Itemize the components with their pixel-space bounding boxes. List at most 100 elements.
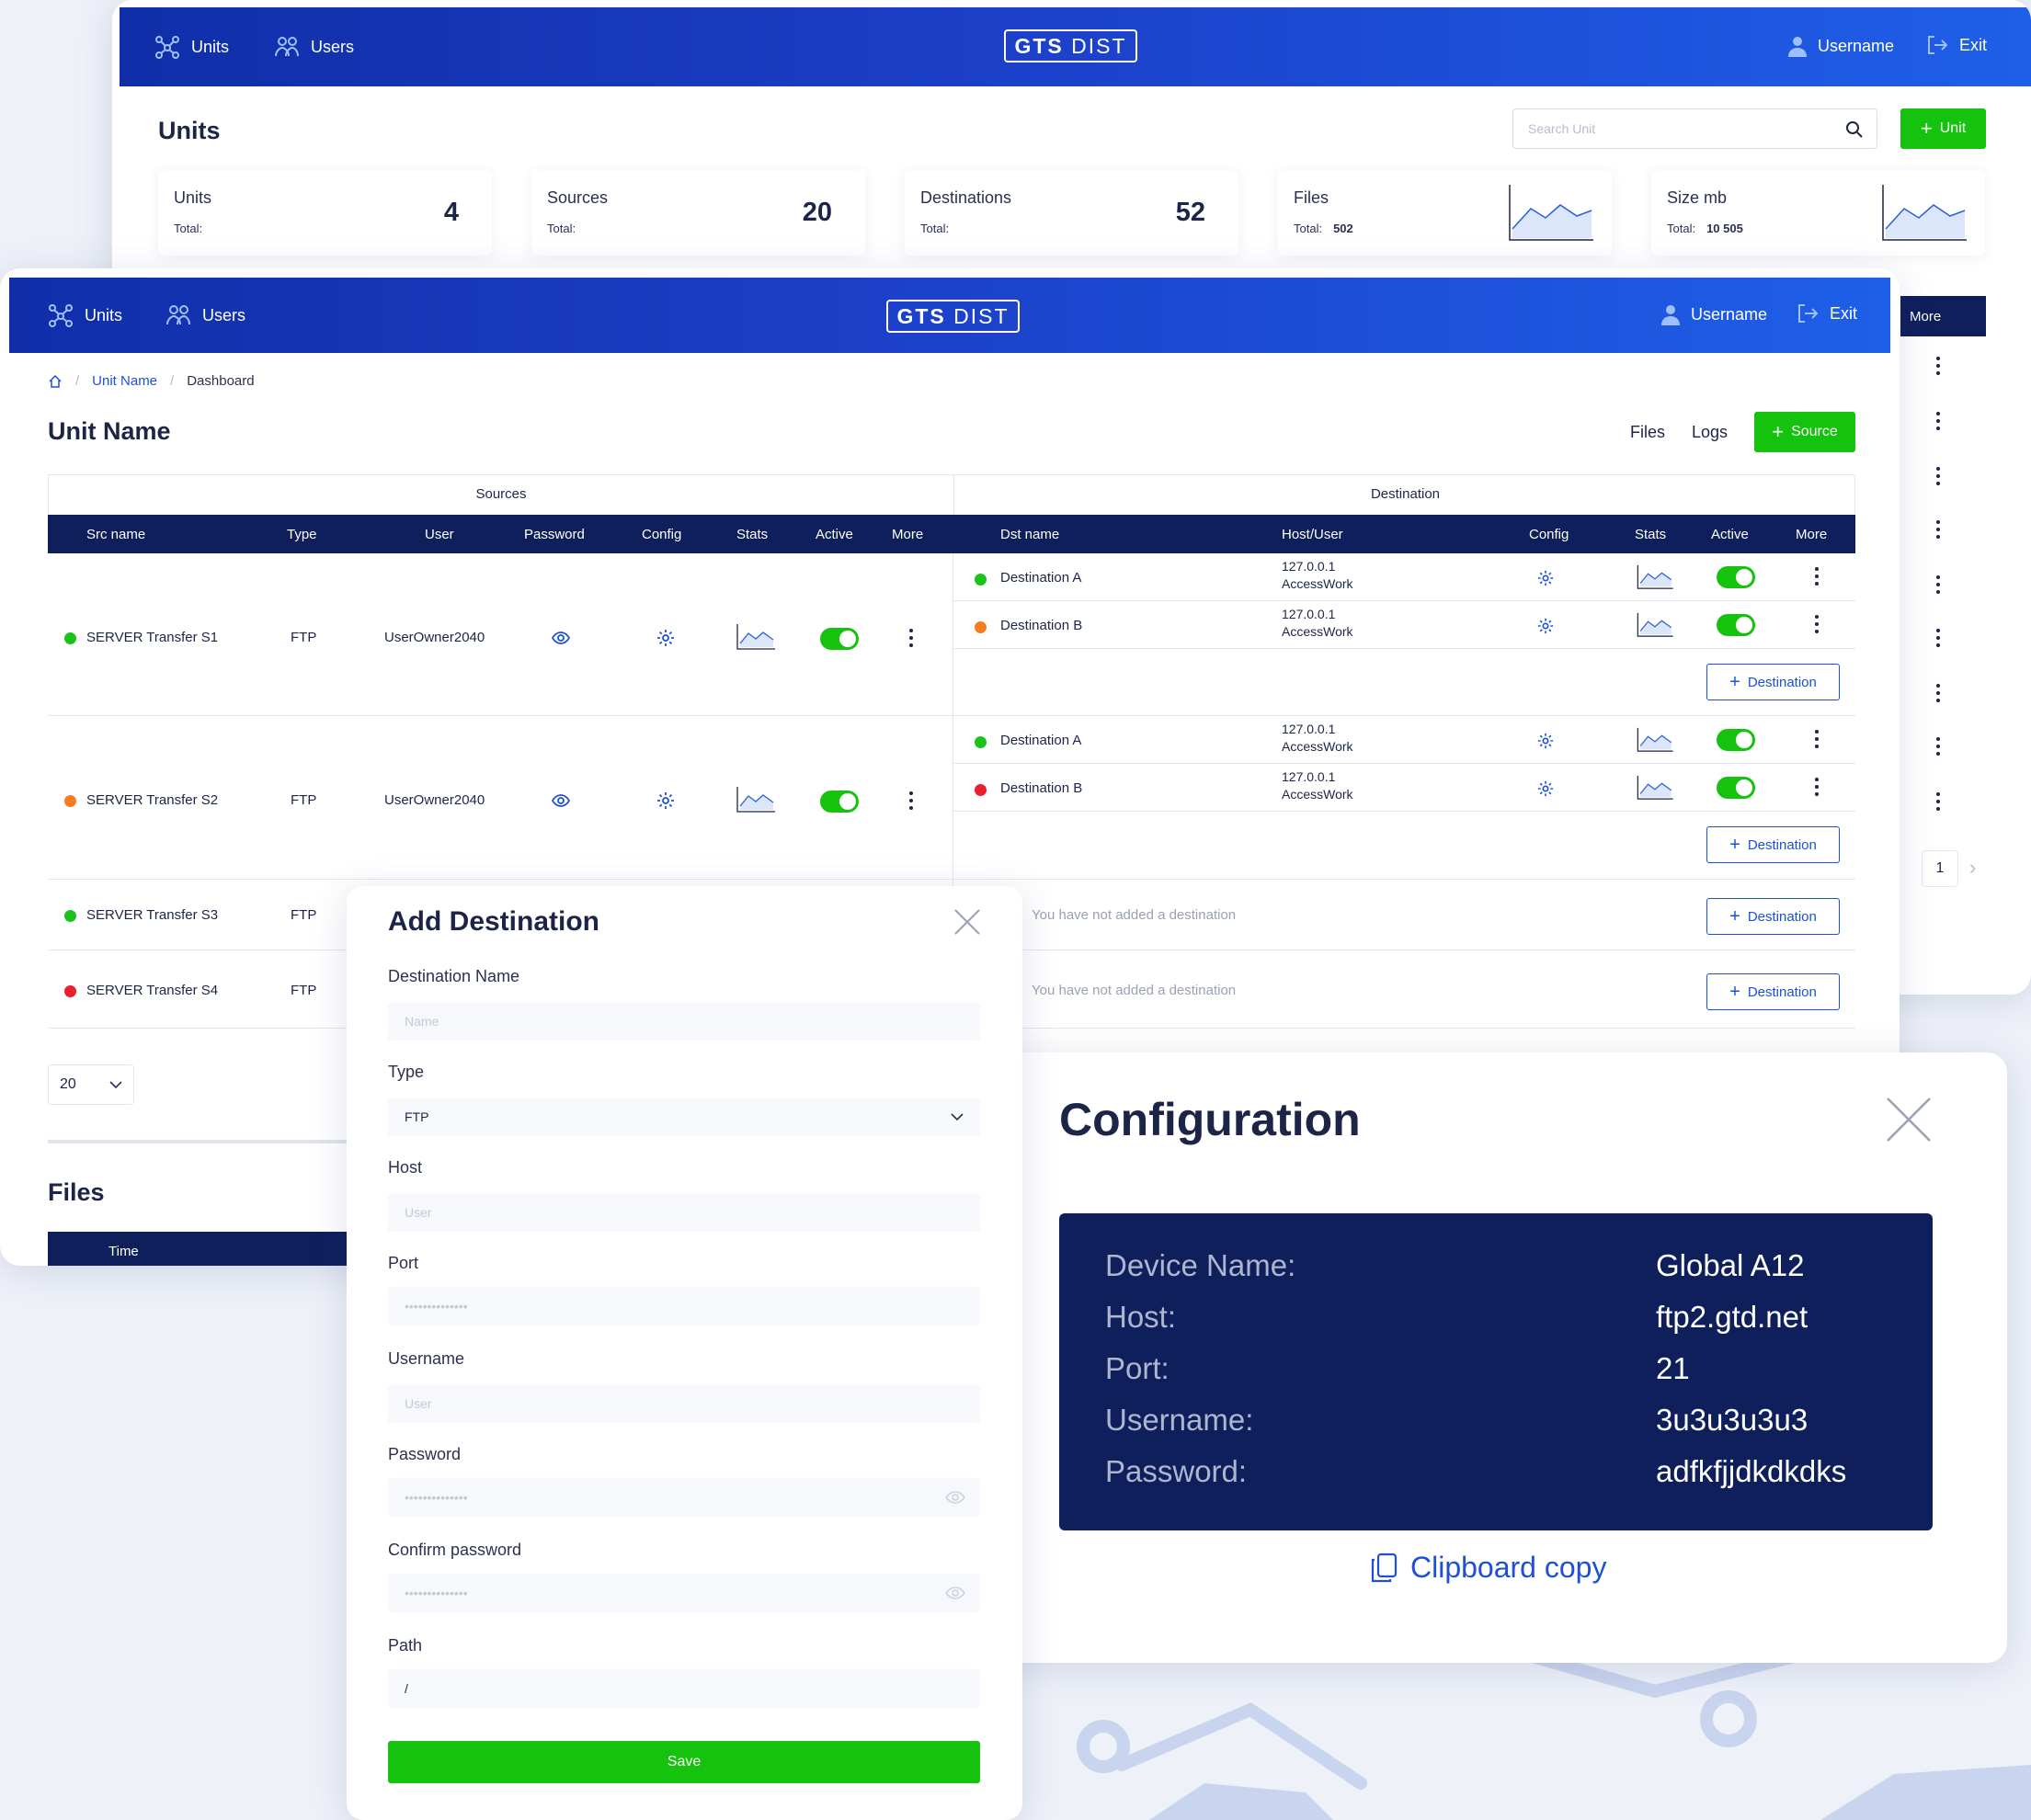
add-destination-modal: Add Destination Destination Name Name Ty… xyxy=(347,886,1022,1820)
active-toggle[interactable] xyxy=(820,791,859,813)
active-toggle[interactable] xyxy=(1717,614,1755,636)
network-icon xyxy=(49,304,73,327)
src-name: SERVER Transfer S3 xyxy=(86,907,219,923)
config-value: 21 xyxy=(1656,1351,1690,1385)
src-type: FTP xyxy=(291,792,317,808)
add-unit-button[interactable]: + Unit xyxy=(1900,108,1986,149)
logs-link[interactable]: Logs xyxy=(1692,423,1728,442)
files-title: Files xyxy=(48,1178,105,1206)
gear-icon[interactable] xyxy=(1537,570,1554,586)
search-unit-input[interactable]: Search Unit xyxy=(1512,108,1877,149)
gear-icon[interactable] xyxy=(1537,618,1554,634)
username-label: Username xyxy=(1818,36,1895,55)
nav-users[interactable]: Users xyxy=(274,35,354,59)
config-value: ftp2.gtd.net xyxy=(1656,1300,1809,1334)
status-dot xyxy=(975,736,987,748)
config-value: Global A12 xyxy=(1656,1248,1805,1282)
table-row[interactable]: SERVER Transfer S1 FTP UserOwner2040 Des… xyxy=(48,553,1855,715)
active-toggle[interactable] xyxy=(1717,777,1755,799)
stats-chart-icon[interactable] xyxy=(736,623,776,651)
row-more-button[interactable] xyxy=(1814,730,1820,750)
active-toggle[interactable] xyxy=(820,628,859,650)
save-button[interactable]: Save xyxy=(388,1741,980,1783)
row-more-button[interactable] xyxy=(1935,467,1941,487)
row-more-button[interactable] xyxy=(1935,629,1941,649)
destination-name-input[interactable]: Name xyxy=(388,1002,980,1041)
plus-icon: + xyxy=(1729,672,1740,692)
gear-icon[interactable] xyxy=(656,791,675,810)
nav-users[interactable]: Users xyxy=(165,303,245,327)
password-input[interactable]: •••••••••••••• xyxy=(388,1478,980,1517)
type-select[interactable]: FTP xyxy=(388,1098,980,1136)
stats-chart-icon[interactable] xyxy=(1635,564,1675,590)
clipboard-copy-button[interactable]: Clipboard copy xyxy=(1370,1551,1606,1585)
chevron-down-icon xyxy=(109,1081,122,1089)
row-more-button[interactable] xyxy=(1814,567,1820,587)
confirm-password-input[interactable]: •••••••••••••• xyxy=(388,1574,980,1612)
path-input[interactable]: / xyxy=(388,1669,980,1708)
row-more-button[interactable] xyxy=(1935,357,1941,377)
exit-button[interactable]: Exit xyxy=(1926,35,1987,55)
row-more-button[interactable] xyxy=(1935,737,1941,757)
files-link[interactable]: Files xyxy=(1630,423,1665,442)
add-destination-button[interactable]: + Destination xyxy=(1706,664,1840,700)
users-icon xyxy=(275,37,299,57)
add-destination-button[interactable]: + Destination xyxy=(1706,898,1840,935)
eye-icon[interactable] xyxy=(552,791,570,810)
config-key: Host: xyxy=(1105,1300,1177,1334)
dst-user: AccessWork xyxy=(1282,739,1353,754)
row-more-button[interactable] xyxy=(1935,792,1941,813)
close-icon[interactable] xyxy=(953,908,981,936)
status-dot xyxy=(975,784,987,796)
gear-icon[interactable] xyxy=(1537,780,1554,797)
username-label: Username xyxy=(1691,304,1768,324)
status-dot xyxy=(975,574,987,586)
eye-icon[interactable] xyxy=(945,1586,965,1600)
gear-icon[interactable] xyxy=(1537,733,1554,749)
nav-user-menu[interactable]: Username xyxy=(1661,303,1767,325)
breadcrumb-unit[interactable]: Unit Name xyxy=(92,373,157,389)
stats-chart-icon[interactable] xyxy=(1635,612,1675,638)
active-toggle[interactable] xyxy=(1717,566,1755,588)
nav-user-menu[interactable]: Username xyxy=(1788,35,1894,57)
destination-group-label: Destination xyxy=(1370,486,1441,502)
pagination-page[interactable]: 1 xyxy=(1922,850,1958,887)
eye-icon[interactable] xyxy=(552,629,570,647)
row-more-button[interactable] xyxy=(1935,412,1941,432)
row-more-button[interactable] xyxy=(1935,520,1941,540)
home-icon[interactable] xyxy=(48,374,63,389)
row-more-button[interactable] xyxy=(908,629,914,649)
add-destination-button[interactable]: + Destination xyxy=(1706,973,1840,1010)
row-more-button[interactable] xyxy=(1814,778,1820,798)
add-source-button[interactable]: + Source xyxy=(1754,412,1855,452)
port-input[interactable]: •••••••••••••• xyxy=(388,1287,980,1325)
background-decoration xyxy=(1077,1639,2031,1820)
stats-chart-icon[interactable] xyxy=(1635,727,1675,753)
active-toggle[interactable] xyxy=(1717,729,1755,751)
row-more-button[interactable] xyxy=(1935,684,1941,704)
row-more-button[interactable] xyxy=(908,791,914,812)
pagination-next-icon[interactable]: › xyxy=(1969,856,1976,880)
nav-units[interactable]: Units xyxy=(154,35,229,59)
gear-icon[interactable] xyxy=(656,629,675,647)
dst-host: 127.0.0.1 xyxy=(1282,769,1336,784)
eye-icon[interactable] xyxy=(945,1490,965,1505)
nav-units[interactable]: Units xyxy=(48,303,122,327)
page-title: Units xyxy=(158,117,221,144)
dst-name: Destination A xyxy=(1000,570,1082,586)
dst-host: 127.0.0.1 xyxy=(1282,607,1336,621)
username-input[interactable]: User xyxy=(388,1384,980,1423)
row-more-button[interactable] xyxy=(1935,575,1941,596)
page-size-select[interactable]: 20 xyxy=(48,1064,134,1105)
stats-chart-icon[interactable] xyxy=(1635,775,1675,801)
table-row[interactable]: SERVER Transfer S2 FTP UserOwner2040 Des… xyxy=(48,716,1855,878)
add-destination-button[interactable]: + Destination xyxy=(1706,826,1840,863)
exit-button[interactable]: Exit xyxy=(1797,303,1857,324)
nav-users-label: Users xyxy=(202,305,246,324)
row-more-button[interactable] xyxy=(1814,615,1820,635)
host-input[interactable]: User xyxy=(388,1193,980,1232)
stats-chart-icon[interactable] xyxy=(736,786,776,813)
close-icon[interactable] xyxy=(1886,1097,1932,1143)
dst-user: AccessWork xyxy=(1282,787,1353,802)
field-label: Destination Name xyxy=(388,967,520,985)
